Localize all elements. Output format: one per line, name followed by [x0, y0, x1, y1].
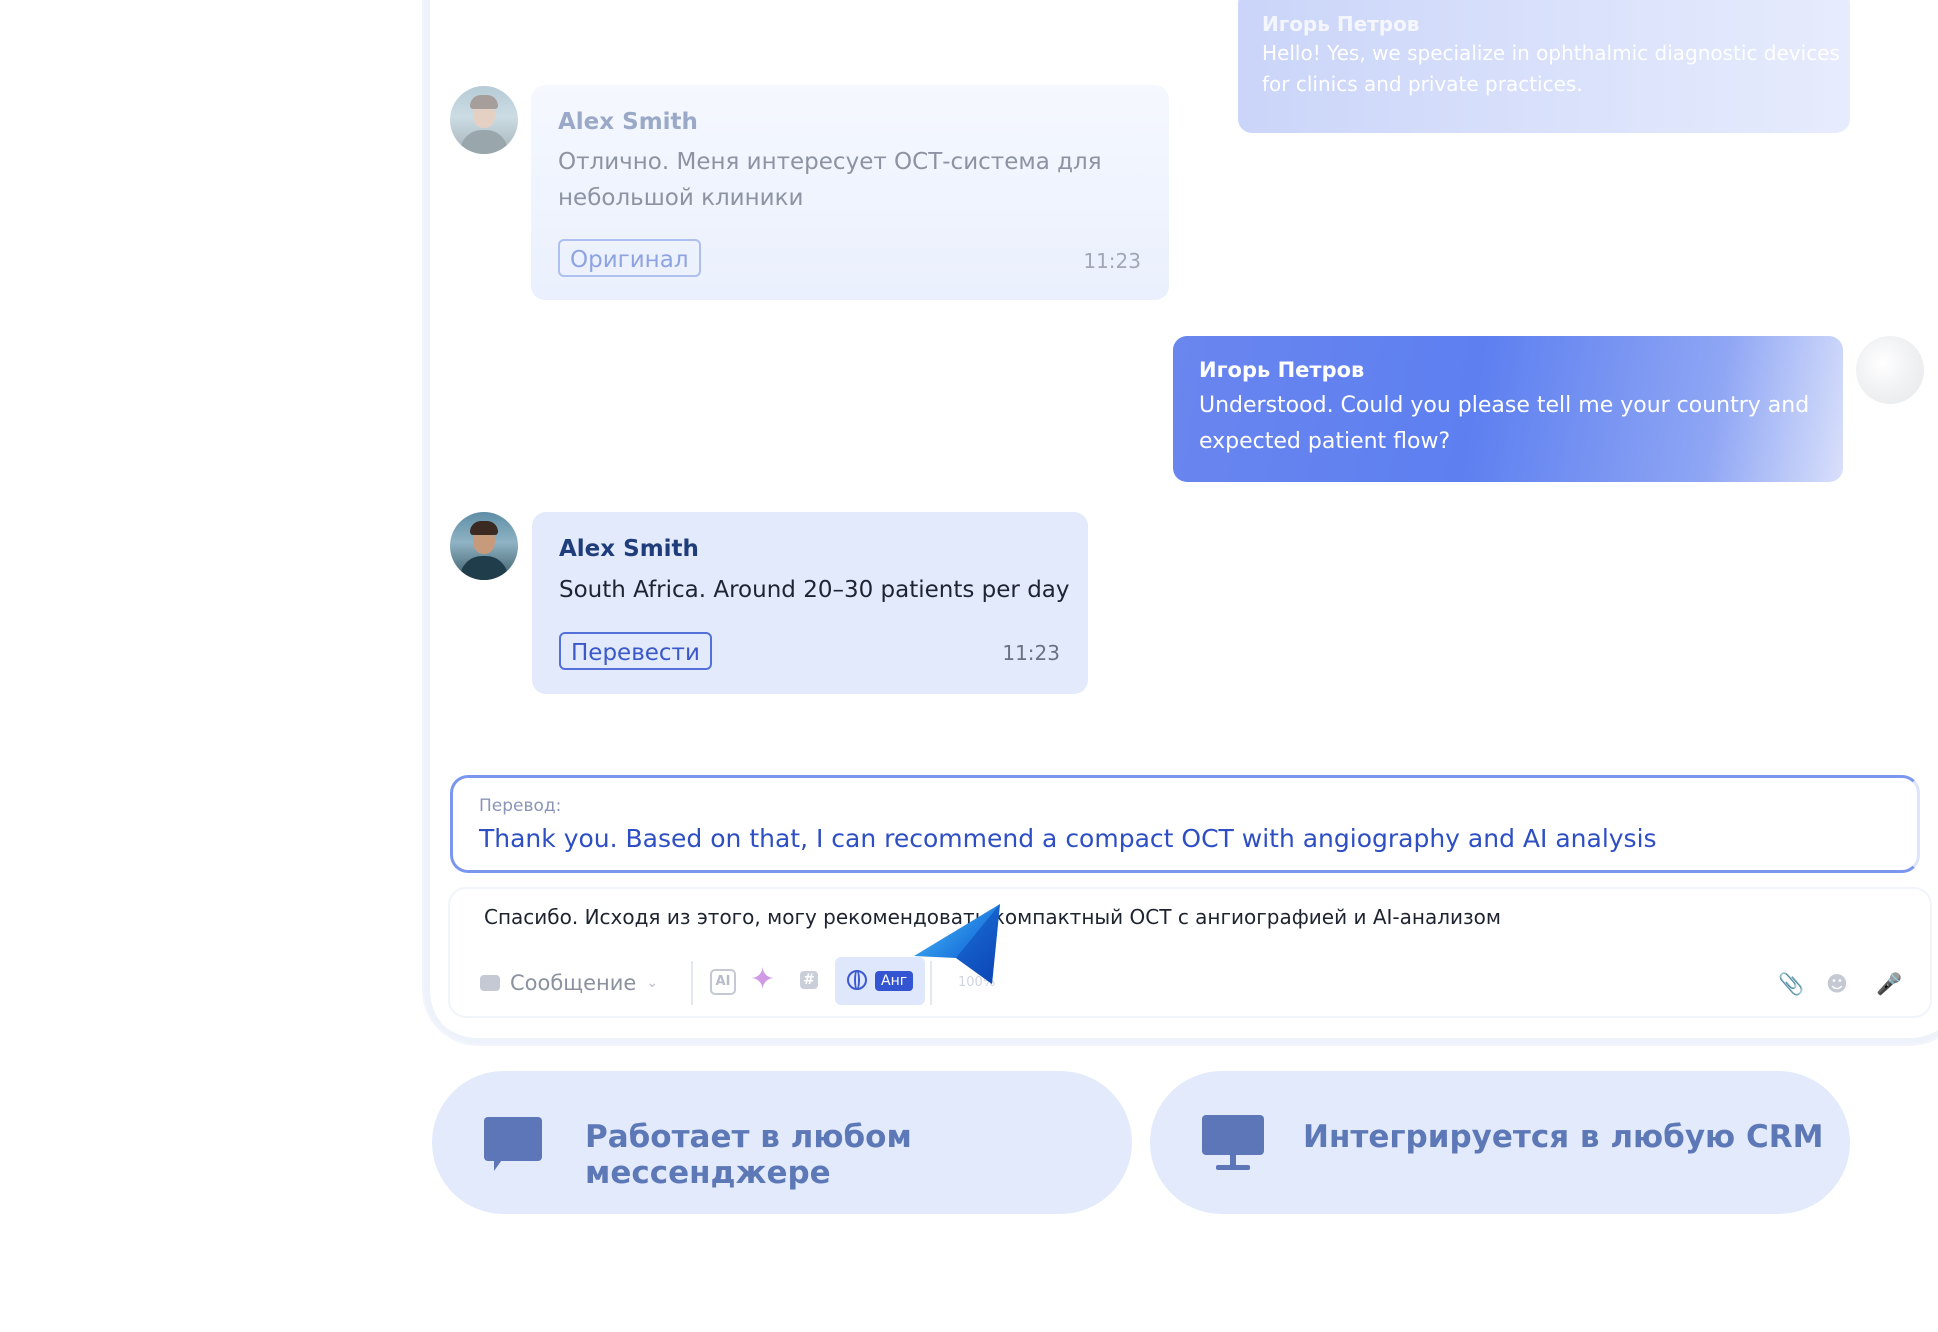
translate-button[interactable]: Перевести — [559, 632, 712, 670]
message-bubble-outgoing-faded: Игорь Петров Hello! Yes, we specialize i… — [1238, 0, 1850, 133]
chevron-down-icon: ⌄ — [646, 975, 659, 991]
avatar[interactable] — [450, 512, 518, 580]
message-type-label: Сообщение — [510, 971, 637, 995]
sender-name: Игорь Петров — [1199, 358, 1365, 382]
avatar[interactable] — [450, 86, 518, 154]
attach-icon[interactable]: 📎 — [1778, 972, 1804, 997]
monitor-icon — [1202, 1115, 1264, 1170]
message-bubble-outgoing: Игорь Петров Understood. Could you pleas… — [1173, 336, 1843, 482]
chat-icon — [484, 1117, 542, 1171]
message-text: Understood. Could you please tell me you… — [1199, 393, 1810, 454]
message-text: Hello! Yes, we specialize in ophthalmic … — [1262, 41, 1840, 96]
emoji-icon[interactable]: ☻ — [1826, 972, 1848, 996]
sender-name: Игорь Петров — [1262, 12, 1420, 36]
mic-icon[interactable]: 🎤 — [1876, 972, 1902, 997]
translation-text: Thank you. Based on that, I can recommen… — [479, 824, 1657, 853]
message-text: Отлично. Меня интересует ОСТ-система для… — [558, 149, 1102, 211]
translation-preview: Перевод: Thank you. Based on that, I can… — [450, 775, 1920, 873]
feature-messenger-text: Работает в любом мессенджере — [585, 1119, 912, 1191]
divider — [691, 961, 693, 1005]
translation-label: Перевод: — [479, 796, 562, 816]
feature-messenger: Работает в любом мессенджере — [432, 1071, 1132, 1214]
hash-icon[interactable]: # — [800, 971, 818, 989]
avatar[interactable] — [1856, 336, 1924, 404]
ai-icon[interactable]: AI — [710, 969, 736, 995]
cursor-icon — [914, 904, 1000, 984]
message-time: 11:23 — [1002, 641, 1060, 665]
language-tag: Анг — [875, 971, 914, 991]
globe-icon — [847, 970, 867, 990]
feature-crm: Интегрируется в любую CRM — [1150, 1071, 1850, 1214]
message-composer[interactable]: Спасибо. Исходя из этого, могу рекомендо… — [450, 889, 1930, 1016]
sender-name: Alex Smith — [559, 536, 699, 562]
chat-bubble-icon — [480, 975, 500, 991]
message-type-select[interactable]: Сообщение ⌄ — [480, 971, 658, 995]
message-time: 11:23 — [1083, 249, 1141, 273]
message-text: South Africa. Around 20–30 patients per … — [559, 577, 1070, 603]
feature-crm-text: Интегрируется в любую CRM — [1303, 1119, 1824, 1155]
message-bubble-incoming-faded: Alex Smith Отлично. Меня интересует ОСТ-… — [531, 85, 1169, 300]
sender-name: Alex Smith — [558, 109, 698, 135]
sparkle-icon[interactable]: ✦ — [750, 962, 775, 997]
original-button[interactable]: Оригинал — [558, 239, 701, 277]
message-bubble-incoming: Alex Smith South Africa. Around 20–30 pa… — [532, 512, 1088, 694]
